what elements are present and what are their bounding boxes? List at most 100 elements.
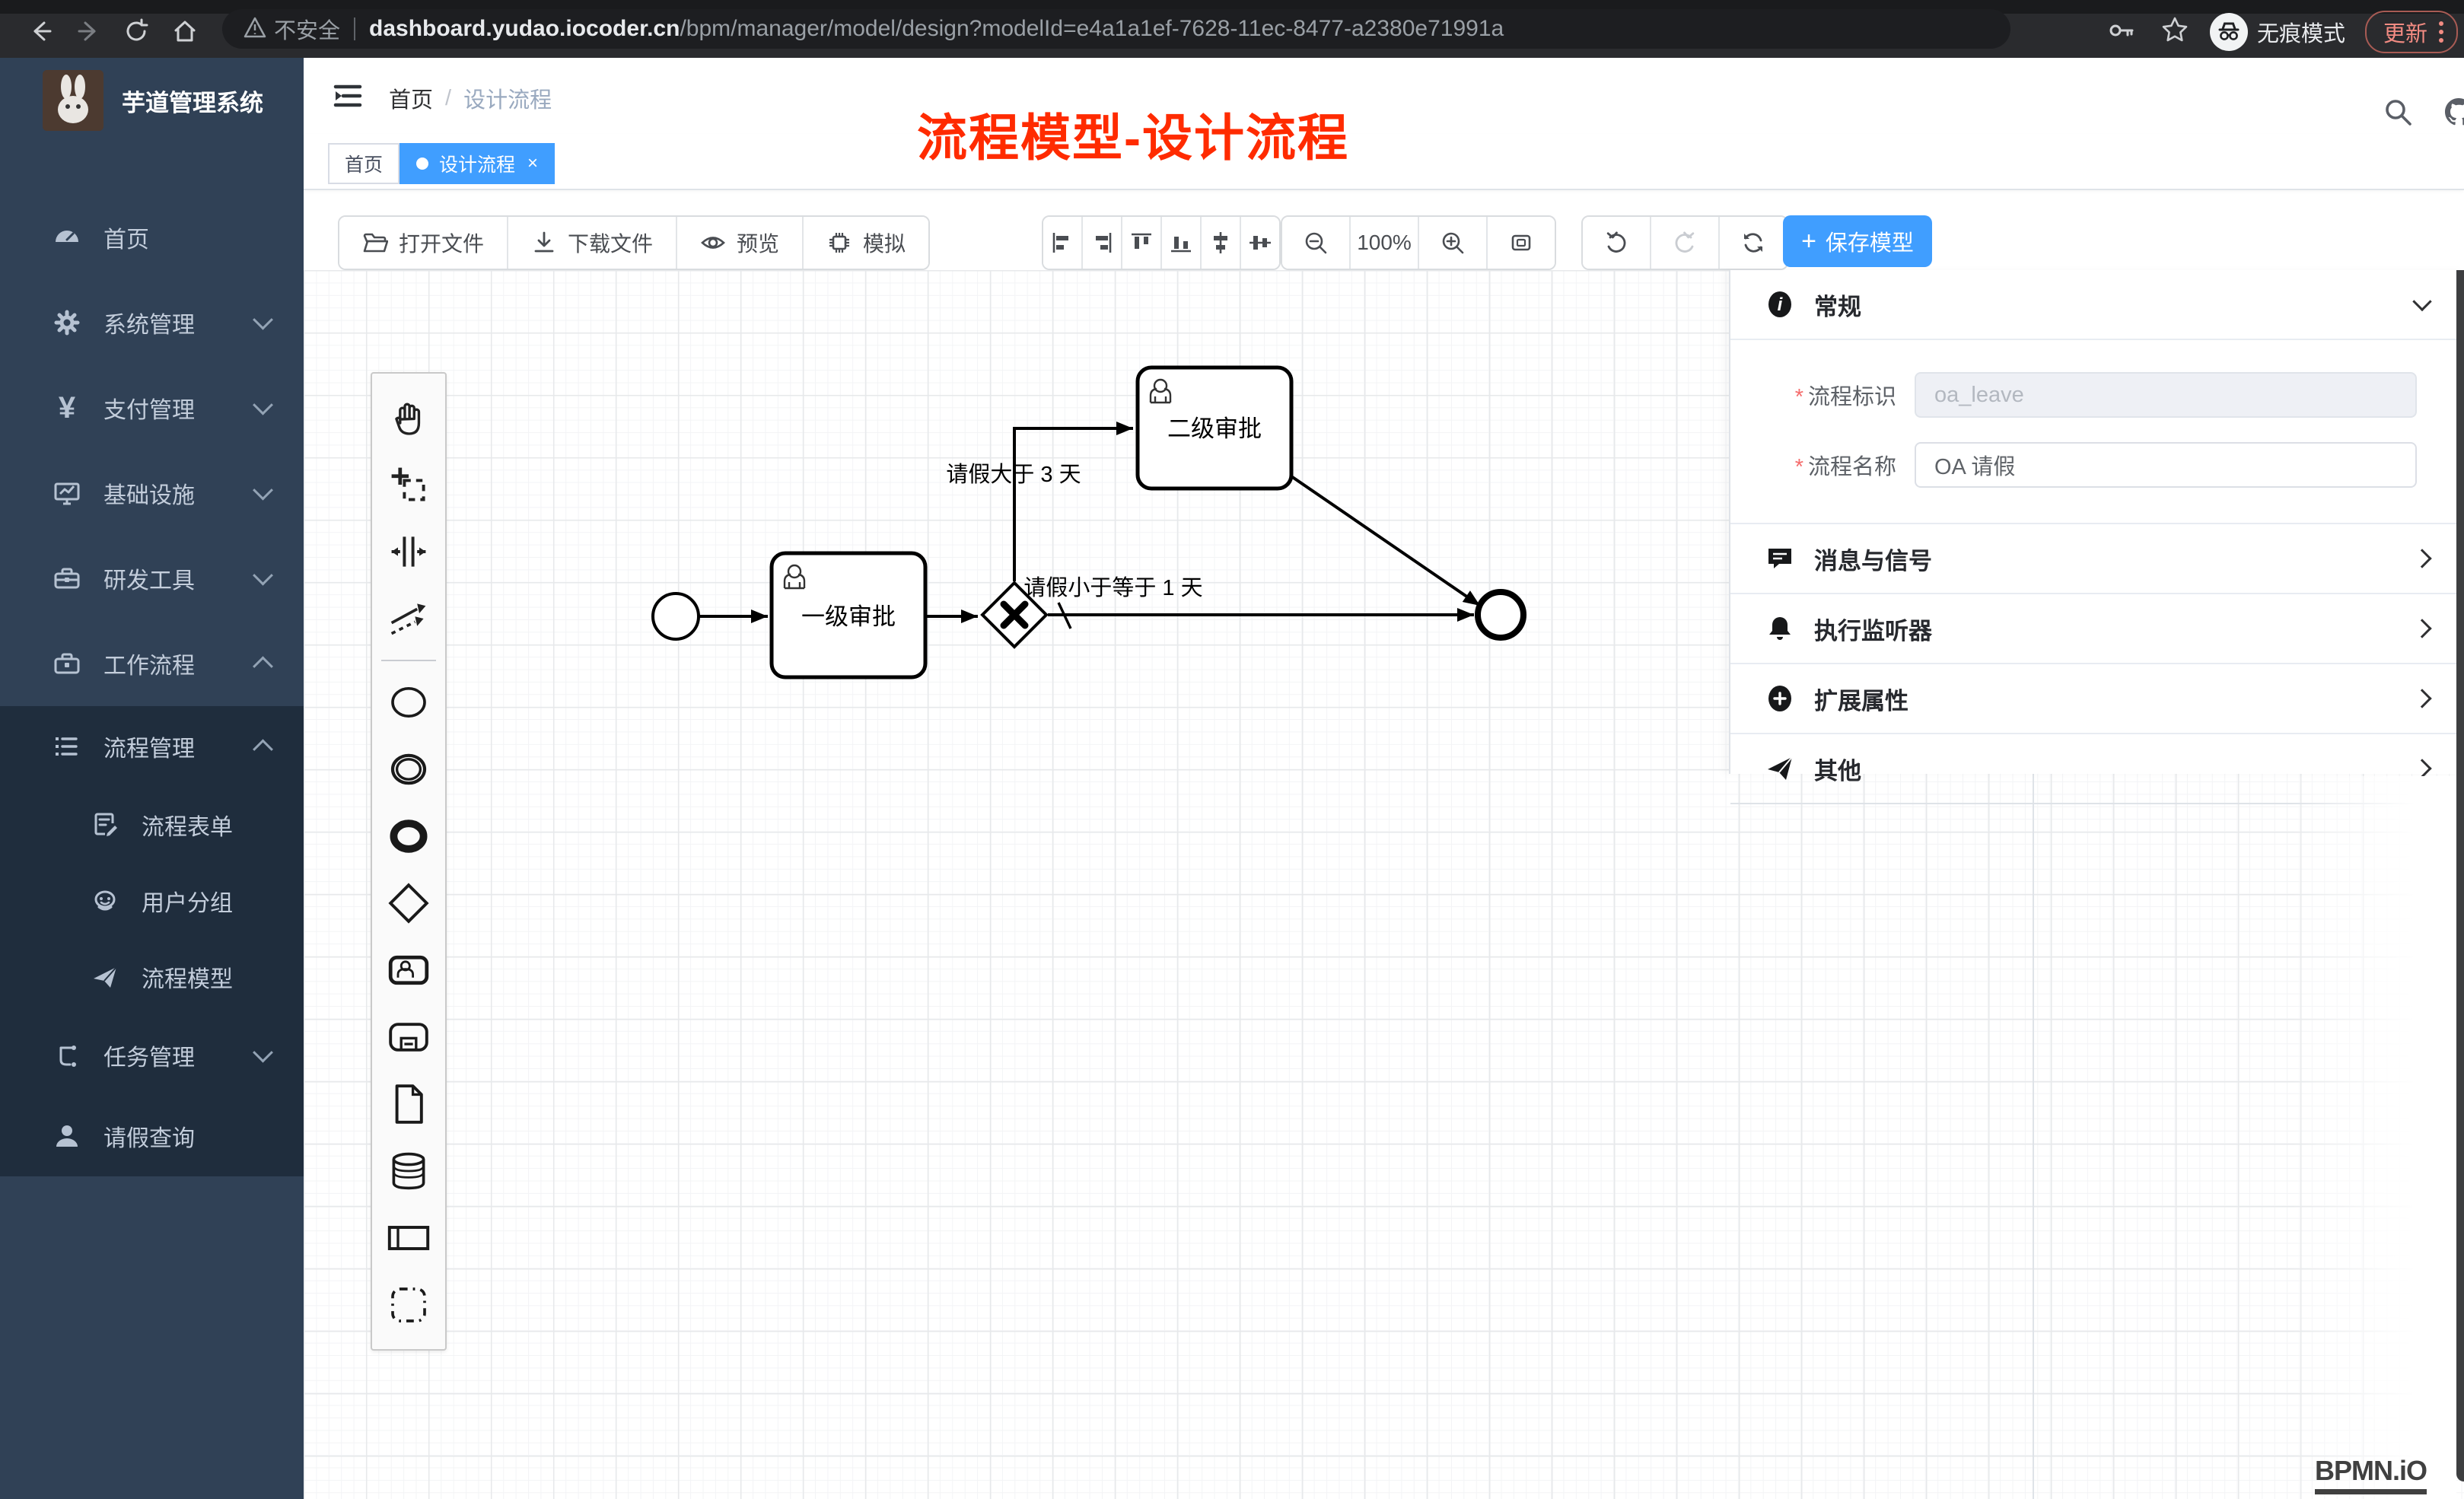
file-button-group: 打开文件 下载文件 预览 模拟 [338,215,930,270]
align-top-button[interactable] [1122,217,1162,269]
simulate-button[interactable]: 模拟 [804,217,928,269]
process-key-input[interactable] [1915,372,2417,418]
app-logo-row[interactable]: 芋道管理系统 [0,64,304,137]
not-secure-label[interactable]: 不安全 [274,13,340,45]
zoom-level-label: 100% [1357,231,1412,255]
browser-home-icon[interactable] [172,18,198,44]
workflow-submenu: 流程管理 流程表单 用户分组 流程模型 任务管理 [0,706,304,1176]
sidebar-item-label: 支付管理 [103,391,195,425]
browser-urlbar[interactable]: 不安全 dashboard.yudao.iocoder.cn/bpm/manag… [222,9,2010,49]
align-left-button[interactable] [1043,217,1083,269]
zoom-level: 100% [1351,217,1419,269]
menu-dots-icon [2438,19,2444,45]
chevron-right-icon [2412,689,2431,708]
sidebar-collapse-icon[interactable] [333,81,363,111]
align-bottom-button[interactable] [1162,217,1202,269]
bell-icon [1765,614,1794,643]
zoom-reset-button[interactable] [1488,217,1555,269]
history-button-group [1581,215,1788,270]
refresh-button[interactable] [1720,217,1787,269]
button-label: 预览 [737,228,779,258]
sidebar-item-leave-query[interactable]: 请假查询 [0,1096,304,1176]
user-task-level1[interactable]: 一级审批 [772,553,925,677]
sidebar-item-task-mgmt[interactable]: 任务管理 [0,1015,304,1096]
zoom-reset-icon [1508,230,1534,256]
section-extended-attrs[interactable]: 扩展属性 [1730,664,2464,734]
flow-label-le1[interactable]: 请假小于等于 1 天 [1023,575,1202,600]
annotation-title: 流程模型-设计流程 [917,97,1349,170]
section-execution-listener[interactable]: 执行监听器 [1730,594,2464,664]
undo-button[interactable] [1583,217,1651,269]
align-center-button[interactable] [1241,217,1279,269]
user-task-level2[interactable]: 二级审批 [1138,368,1291,489]
chevron-down-icon [253,310,273,330]
redo-button[interactable] [1651,217,1720,269]
process-key-row: *流程标识 [1730,363,2464,427]
sidebar-item-system[interactable]: 系统管理 [0,280,304,365]
chevron-up-icon [253,656,273,676]
toolbox-icon [53,565,81,592]
search-icon[interactable] [2382,96,2414,128]
flow-gateway-to-task2[interactable] [1014,428,1133,581]
bookmark-star-icon[interactable] [2160,15,2190,49]
sidebar-item-label: 流程表单 [142,808,233,842]
download-icon [531,230,557,256]
browser-chrome: 不安全 dashboard.yudao.iocoder.cn/bpm/manag… [0,0,2464,58]
align-right-button[interactable] [1083,217,1122,269]
send-icon [1765,754,1794,783]
browser-forward-icon[interactable] [76,18,102,44]
sidebar-item-user-group[interactable]: 用户分组 [0,863,304,939]
sidebar-item-label: 请假查询 [103,1119,195,1153]
sidebar-item-infra[interactable]: 基础设施 [0,450,304,536]
undo-icon [1603,230,1629,256]
sidebar-item-label: 首页 [103,221,149,254]
key-icon[interactable] [2106,15,2137,49]
sidebar-item-process-mgmt[interactable]: 流程管理 [0,706,304,787]
browser-reload-icon[interactable] [123,18,149,44]
end-event[interactable] [1478,592,1523,638]
zoom-in-icon [1440,230,1466,256]
zoom-out-button[interactable] [1282,217,1351,269]
refresh-icon [1740,230,1766,256]
warning-triangle-icon [244,16,266,43]
breadcrumb-separator: / [445,86,451,111]
sidebar-item-home[interactable]: 首页 [0,195,304,280]
sidebar-item-devtools[interactable]: 研发工具 [0,536,304,621]
urlbar-divider [354,18,355,40]
chevron-right-icon [2412,759,2431,778]
sidebar-item-workflow[interactable]: 工作流程 [0,621,304,706]
tab-close-icon[interactable]: × [527,153,538,174]
browser-update-button[interactable]: 更新 [2365,11,2458,53]
breadcrumb-home[interactable]: 首页 [389,82,433,114]
download-file-button[interactable]: 下载文件 [508,217,677,269]
tab-home[interactable]: 首页 [328,143,400,184]
update-label: 更新 [2383,16,2427,48]
tab-design-process[interactable]: 设计流程 × [400,143,555,184]
section-general[interactable]: i 常规 [1730,270,2464,340]
sidebar-item-process-model[interactable]: 流程模型 [0,939,304,1015]
flow-task2-to-end[interactable] [1291,476,1480,606]
zoom-out-icon [1303,230,1329,256]
zoom-in-button[interactable] [1419,217,1488,269]
bpmn-io-watermark[interactable]: BPMN.iO [2315,1455,2427,1494]
start-event[interactable] [653,594,699,639]
save-model-button[interactable]: + 保存模型 [1783,215,1932,267]
incognito-indicator[interactable]: 无痕模式 [2210,13,2345,51]
align-center-icon [1247,230,1273,256]
sidebar-item-payment[interactable]: ¥ 支付管理 [0,365,304,450]
flow-label-gt3[interactable]: 请假大于 3 天 [946,462,1081,487]
open-file-button[interactable]: 打开文件 [339,217,508,269]
sidebar-item-label: 用户分组 [142,884,233,918]
redo-icon [1672,230,1698,256]
sidebar-item-process-form[interactable]: 流程表单 [0,787,304,863]
properties-panel: i 常规 *流程标识 *流程名称 消息与信号 执行监听器 扩展属 [1729,270,2464,774]
github-icon[interactable] [2443,96,2464,128]
browser-back-icon[interactable] [27,18,53,44]
align-middle-button[interactable] [1202,217,1241,269]
process-name-input[interactable] [1915,442,2417,488]
chevron-right-icon [2412,619,2431,638]
preview-button[interactable]: 预览 [677,217,804,269]
section-message-signal[interactable]: 消息与信号 [1730,524,2464,594]
plus-icon: + [1801,227,1816,256]
save-model-label: 保存模型 [1826,225,1914,257]
